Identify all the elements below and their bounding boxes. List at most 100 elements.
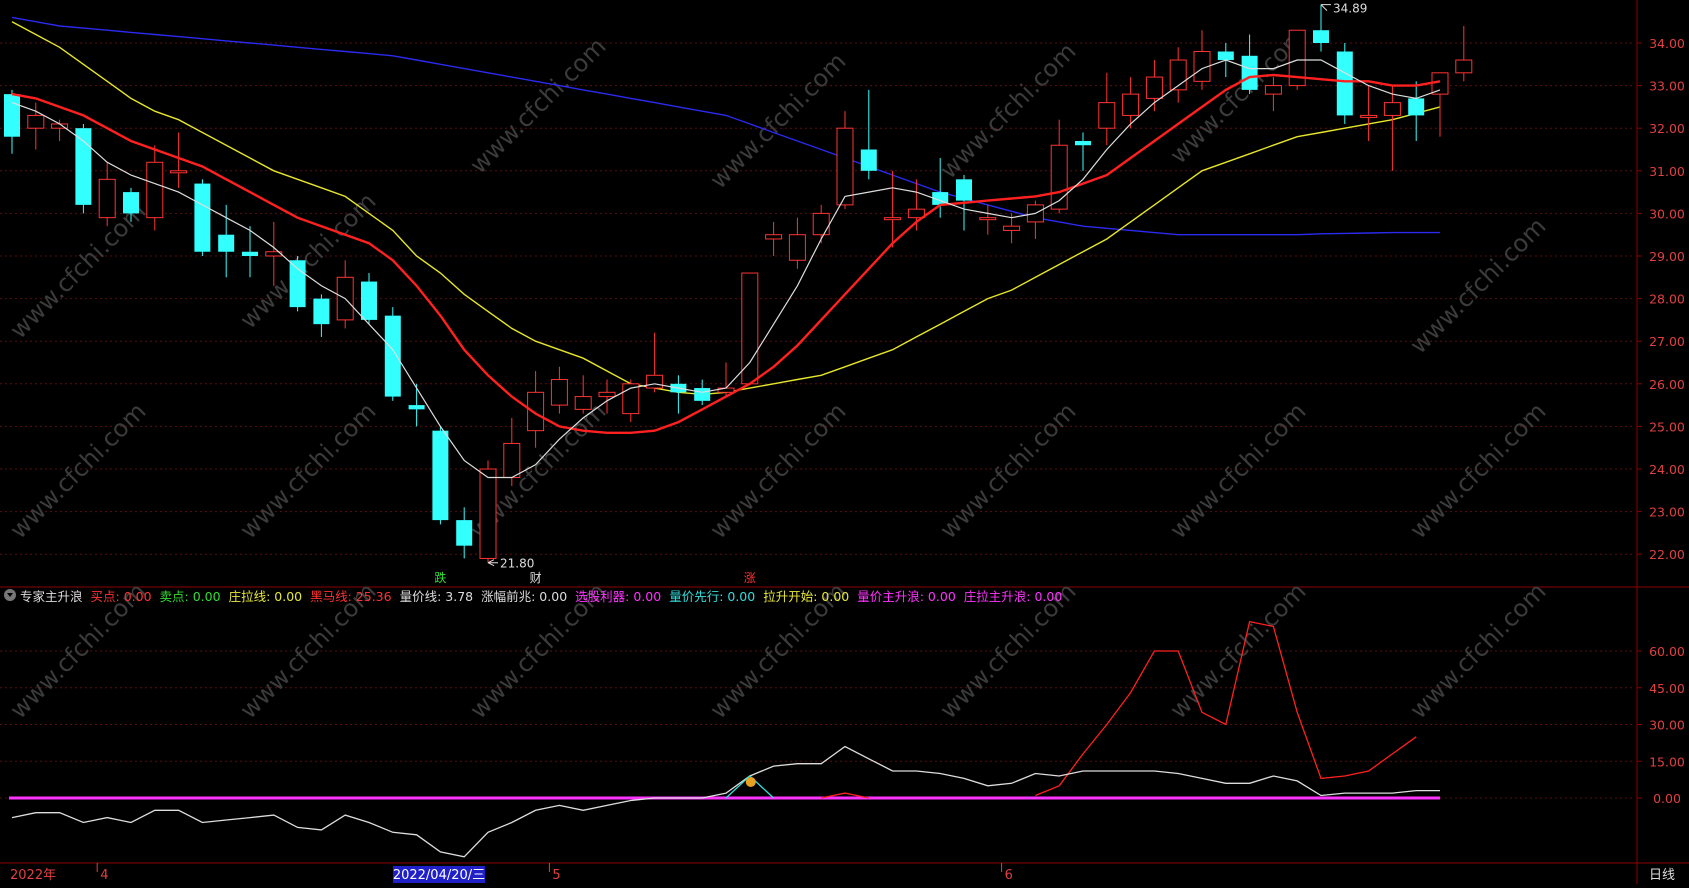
- candle-body: [432, 430, 449, 521]
- candle-body: [1241, 55, 1258, 90]
- candle-body: [598, 391, 616, 398]
- indicator-item: 选股利器: 0.00: [575, 588, 662, 604]
- month-label: 6: [1005, 868, 1013, 883]
- watermark-text: www.cfchi.com: [464, 32, 611, 179]
- candle-body: [503, 442, 521, 479]
- price-tick-label: 29.00: [1649, 249, 1685, 264]
- candle-body: [527, 391, 545, 432]
- candle-body: [741, 272, 759, 385]
- watermark-text: www.cfchi.com: [1404, 397, 1551, 544]
- candle-body: [408, 405, 425, 410]
- price-tick-label: 32.00: [1649, 121, 1685, 136]
- indicator-item: 黑马线: 25.36: [310, 588, 392, 604]
- watermark-text: www.cfchi.com: [234, 397, 381, 544]
- month-label: 4: [100, 868, 108, 883]
- indicator-item: 庄拉线: 0.00: [228, 588, 303, 604]
- year-label: 2022年: [10, 868, 56, 883]
- indicator-item: 拉升开始: 0.00: [763, 588, 850, 604]
- watermark-text: www.cfchi.com: [704, 47, 851, 194]
- price-tick-label: 23.00: [1649, 505, 1685, 520]
- low-label: 21.80: [500, 557, 534, 571]
- candle-body: [194, 183, 211, 252]
- price-tick-label: 22.00: [1649, 547, 1685, 562]
- signal-label: 财: [530, 571, 542, 585]
- price-tick-label: 25.00: [1649, 419, 1685, 434]
- candle-body: [1075, 140, 1091, 146]
- price-tick-label: 24.00: [1649, 462, 1685, 477]
- candle-body: [1455, 59, 1473, 74]
- indicator-items: 买点: 0.00 卖点: 0.00 庄拉线: 0.00 黑马线: 25.36 量价线: …: [91, 586, 1071, 605]
- indicator-name[interactable]: 专家主升浪: [20, 586, 83, 605]
- high-label: 34.89: [1333, 2, 1367, 16]
- month-label: 5: [552, 868, 560, 883]
- price-tick-label: 26.00: [1649, 377, 1685, 392]
- candle-body: [860, 149, 877, 171]
- candle-body: [836, 127, 854, 206]
- watermark-text: www.cfchi.com: [4, 197, 151, 344]
- watermark-text: www.cfchi.com: [1164, 397, 1311, 544]
- candle-body: [1145, 76, 1163, 99]
- indicator-item: 庄拉主升浪: 0.00: [963, 588, 1063, 604]
- indicator-legend: 专家主升浪 买点: 0.00 卖点: 0.00 庄拉线: 0.00 黑马线: 25.3…: [0, 586, 1070, 604]
- candle-body: [979, 217, 997, 221]
- candle-body: [146, 161, 164, 219]
- indicator-item: 量价主升浪: 0.00: [857, 588, 956, 604]
- signal-label: 涨: [744, 570, 756, 585]
- indicator-item: 量价线: 3.78: [399, 588, 474, 604]
- candle-body: [27, 114, 45, 129]
- price-tick-label: 34.00: [1649, 36, 1685, 51]
- candle-body: [1313, 30, 1329, 43]
- candle-body: [1264, 85, 1282, 95]
- cursor-date-label: 2022/04/20/三: [393, 868, 485, 883]
- indicator-item: 买点: 0.00: [90, 588, 152, 604]
- candle-body: [884, 217, 902, 221]
- signal-label: 跌: [434, 570, 446, 585]
- candle-body: [218, 234, 235, 252]
- watermark-text: www.cfchi.com: [1404, 212, 1551, 359]
- indicator-item: 量价先行: 0.00: [669, 588, 756, 604]
- candle-body: [4, 94, 20, 137]
- candle-body: [646, 374, 664, 389]
- candle-body: [956, 179, 972, 201]
- price-tick-label: 31.00: [1649, 164, 1685, 179]
- liangjia-line: [11, 745, 1440, 858]
- cursor-hand-icon: [745, 776, 756, 787]
- candle-body: [384, 315, 401, 397]
- period-label: 日线: [1649, 868, 1675, 883]
- watermark-text: www.cfchi.com: [234, 187, 381, 334]
- candle-body: [98, 178, 116, 219]
- candle-body: [1050, 144, 1068, 210]
- candle-body: [479, 468, 497, 559]
- watermark-text: www.cfchi.com: [4, 397, 151, 544]
- candle-body: [313, 298, 330, 325]
- candle-body: [1336, 51, 1353, 116]
- candle-body: [765, 234, 783, 240]
- candle-body: [550, 379, 568, 406]
- candle-body: [694, 388, 711, 401]
- candle-body: [242, 251, 258, 256]
- price-tick-label: 30.00: [1649, 206, 1685, 221]
- low-marker: [487, 559, 498, 567]
- candle-body: [1383, 102, 1401, 116]
- candle-body: [1217, 51, 1234, 61]
- watermark-text: www.cfchi.com: [704, 397, 851, 544]
- indicator-tick-label: 45.00: [1649, 681, 1685, 696]
- candle-body: [75, 128, 92, 205]
- candle-body: [574, 396, 592, 410]
- chart-root: 22.00 23.00 24.00 25.00 26.00 27.00 28.00 29.00…: [0, 0, 1689, 884]
- collapse-icon[interactable]: [4, 589, 16, 601]
- candle-body: [812, 212, 830, 236]
- price-tick-label: 27.00: [1649, 334, 1685, 349]
- candle-body: [456, 520, 473, 546]
- indicator-item: 涨幅前兆: 0.00: [481, 588, 568, 604]
- indicator-tick-label: 60.00: [1649, 644, 1685, 659]
- candle-body: [123, 192, 139, 214]
- candle-body: [1122, 93, 1140, 116]
- indicator-tick-label: 0.00: [1653, 791, 1681, 806]
- indicator-tick-label: 15.00: [1649, 754, 1685, 769]
- candle-body: [1003, 225, 1021, 231]
- candle-body: [1408, 98, 1425, 116]
- candle-body: [788, 234, 806, 261]
- high-marker: [1320, 4, 1331, 12]
- price-tick-label: 28.00: [1649, 292, 1685, 307]
